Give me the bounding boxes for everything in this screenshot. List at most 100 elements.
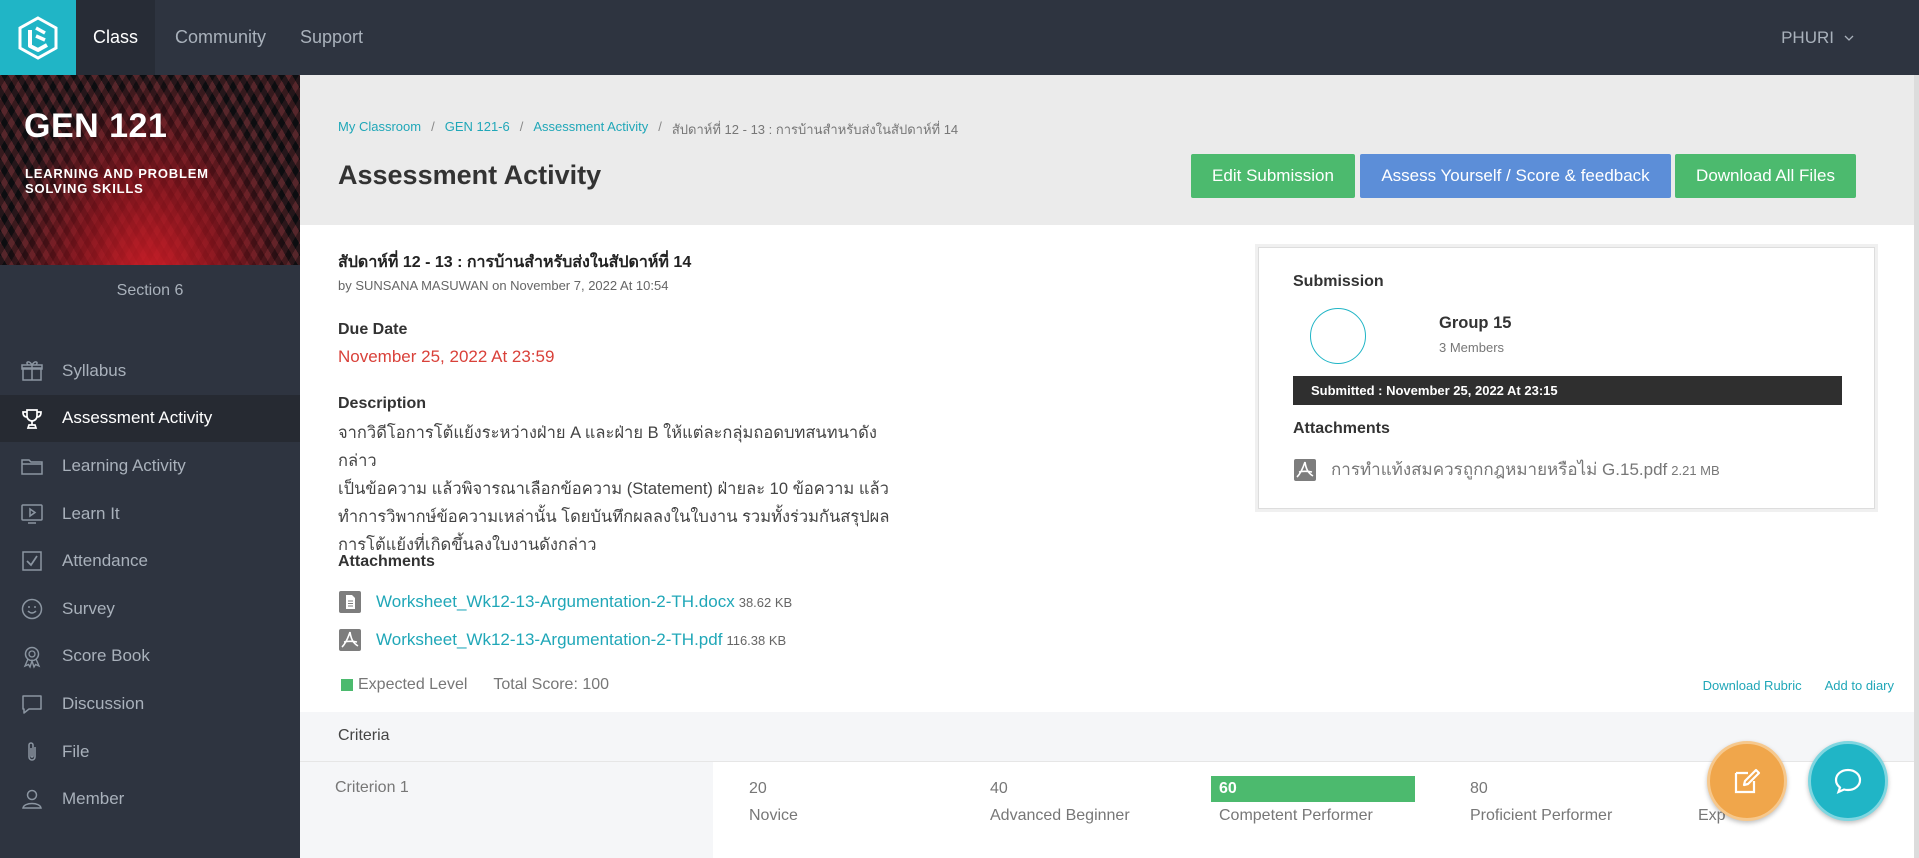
description-line: จากวิดีโอการโต้แย้งระหว่างฝ่าย A และฝ่าย… [338, 424, 877, 470]
attachment-item[interactable]: Worksheet_Wk12-13-Argumentation-2-TH.pdf… [338, 628, 786, 652]
submission-file-size: 2.21 MB [1671, 463, 1720, 478]
description-line: เป็นข้อความ แล้วพิจารณาเลือกข้อความ (Sta… [338, 480, 889, 498]
attachment-size: 38.62 KB [738, 595, 793, 610]
chat-icon [22, 695, 42, 714]
folder-icon [21, 459, 43, 475]
breadcrumb-item[interactable]: Assessment Activity [533, 119, 648, 140]
assess-yourself-button[interactable]: Assess Yourself / Score & feedback [1360, 154, 1671, 198]
floating-edit-button[interactable] [1707, 741, 1787, 821]
sidebar-item-assessment-activity[interactable]: Assessment Activity [0, 394, 300, 443]
nav-support[interactable]: Support [300, 0, 363, 75]
score-summary: Expected Level Total Score: 100 [341, 676, 609, 694]
breadcrumb-current: สัปดาห์ที่ 12 - 13 : การบ้านสำหรับส่งในส… [671, 122, 959, 137]
attachments-label: Attachments [338, 553, 435, 570]
criterion-name: Criterion 1 [335, 779, 409, 796]
activity-byline: by SUNSANA MASUWAN on November 7, 2022 A… [338, 278, 669, 293]
download-rubric-link[interactable]: Download Rubric [1703, 678, 1802, 693]
expected-level-swatch [341, 679, 353, 691]
breadcrumb-item[interactable]: My Classroom [338, 119, 421, 140]
level-name: Competent Performer [1219, 807, 1373, 824]
add-to-diary-link[interactable]: Add to diary [1825, 678, 1894, 693]
chevron-down-icon [1844, 35, 1854, 41]
attachment-link[interactable]: Worksheet_Wk12-13-Argumentation-2-TH.pdf [376, 630, 722, 649]
sidebar-item-member[interactable]: Member [0, 775, 300, 823]
sidebar-item-discussion[interactable]: Discussion [0, 680, 300, 728]
rubric-links: Download Rubric Add to diary [1703, 678, 1894, 693]
smile-icon [21, 598, 43, 620]
sidebar-item-score-book[interactable]: Score Book [0, 633, 300, 681]
sidebar: GEN 121 LEARNING AND PROBLEM SOLVING SKI… [0, 75, 300, 858]
scrollbar[interactable] [1914, 75, 1919, 858]
course-code: GEN 121 [24, 107, 168, 145]
sidebar-item-learn-it[interactable]: Learn It [0, 490, 300, 538]
sidebar-item-label: Score Book [62, 646, 150, 666]
pdf-file-icon [339, 629, 361, 651]
submission-title: Submission [1293, 273, 1384, 290]
breadcrumb: My Classroom / GEN 121-6 / Assessment Ac… [338, 119, 958, 140]
sidebar-item-learning-activity[interactable]: Learning Activity [0, 442, 300, 490]
floating-chat-button[interactable] [1808, 741, 1888, 821]
submission-card: Submission Group 15 3 Members Submitted … [1258, 247, 1875, 509]
user-menu[interactable]: PHURI [1781, 28, 1854, 48]
section-label: Section 6 [116, 282, 184, 299]
sidebar-item-label: File [62, 741, 90, 761]
level-points: 20 [749, 780, 767, 797]
nav-class[interactable]: Class [76, 0, 155, 75]
sidebar-item-label: Member [62, 789, 125, 809]
paperclip-icon [28, 742, 36, 761]
sidebar-menu: Syllabus Assessment Activity Learning Ac… [0, 347, 300, 823]
submission-attachments-label: Attachments [1293, 420, 1390, 437]
breadcrumb-item[interactable]: GEN 121-6 [445, 119, 510, 140]
app-logo-icon[interactable] [0, 0, 76, 75]
sidebar-item-file[interactable]: File [0, 728, 300, 776]
description-label: Description [338, 395, 427, 412]
edit-note-icon [1734, 768, 1761, 794]
chat-bubble-icon [1834, 768, 1862, 795]
avatar [1310, 308, 1366, 364]
due-date-label: Due Date [338, 321, 408, 338]
activity-title: สัปดาห์ที่ 12 - 13 : การบ้านสำหรับส่งในส… [338, 254, 692, 271]
group-name: Group 15 [1439, 314, 1512, 332]
attachment-link[interactable]: Worksheet_Wk12-13-Argumentation-2-TH.doc… [376, 592, 735, 611]
criterion-name-cell [300, 762, 713, 858]
expected-level-label: Expected Level [358, 676, 468, 693]
award-icon [23, 646, 41, 669]
sidebar-item-survey[interactable]: Survey [0, 585, 300, 633]
criteria-header-label: Criteria [338, 727, 390, 744]
attachment-item[interactable]: Worksheet_Wk12-13-Argumentation-2-TH.doc… [338, 590, 792, 614]
user-name: PHURI [1781, 28, 1834, 47]
sidebar-item-attendance[interactable]: Attendance [0, 537, 300, 585]
submission-file[interactable]: การทำแท้งสมควรถูกกฎหมายหรือไม่ G.15.pdf 2… [1293, 456, 1720, 483]
attachment-size: 116.38 KB [726, 633, 787, 648]
level-name: Advanced Beginner [990, 807, 1130, 824]
level-name: Proficient Performer [1470, 807, 1613, 824]
user-icon [22, 790, 42, 810]
course-name: LEARNING AND PROBLEM SOLVING SKILLS [25, 166, 209, 196]
pdf-file-icon [1294, 458, 1316, 481]
video-icon [21, 504, 43, 524]
level-points: 80 [1470, 780, 1488, 797]
download-all-files-button[interactable]: Download All Files [1675, 154, 1856, 198]
sidebar-item-label: Survey [62, 598, 115, 618]
course-banner: GEN 121 LEARNING AND PROBLEM SOLVING SKI… [0, 75, 300, 265]
doc-file-icon [339, 591, 361, 613]
page-header: My Classroom / GEN 121-6 / Assessment Ac… [300, 75, 1919, 225]
nav-community[interactable]: Community [175, 0, 266, 75]
description-text: จากวิดีโอการโต้แย้งระหว่างฝ่าย A และฝ่าย… [338, 419, 898, 559]
submission-file-name[interactable]: การทำแท้งสมควรถูกกฎหมายหรือไม่ G.15.pdf [1331, 460, 1667, 479]
level-points: 60 [1211, 776, 1415, 802]
top-navbar: Class Community Support PHURI [0, 0, 1919, 75]
group-members: 3 Members [1439, 340, 1505, 355]
sidebar-item-label: Syllabus [62, 360, 127, 380]
level-name: Novice [749, 807, 798, 824]
page-title: Assessment Activity [338, 160, 602, 190]
description-line: ทำการวิพากษ์ข้อความเหล่านั้น โดยบันทึกผล… [338, 508, 890, 526]
sidebar-item-label: Attendance [62, 551, 149, 571]
edit-submission-button[interactable]: Edit Submission [1191, 154, 1355, 198]
submission-status: Submitted : November 25, 2022 At 23:15 [1293, 376, 1842, 405]
sidebar-item-label: Discussion [62, 693, 145, 713]
criteria-header: Criteria [300, 712, 1914, 762]
sidebar-item-label: Assessment Activity [62, 408, 213, 428]
sidebar-item-syllabus[interactable]: Syllabus [0, 347, 300, 395]
trophy-icon [22, 408, 42, 429]
